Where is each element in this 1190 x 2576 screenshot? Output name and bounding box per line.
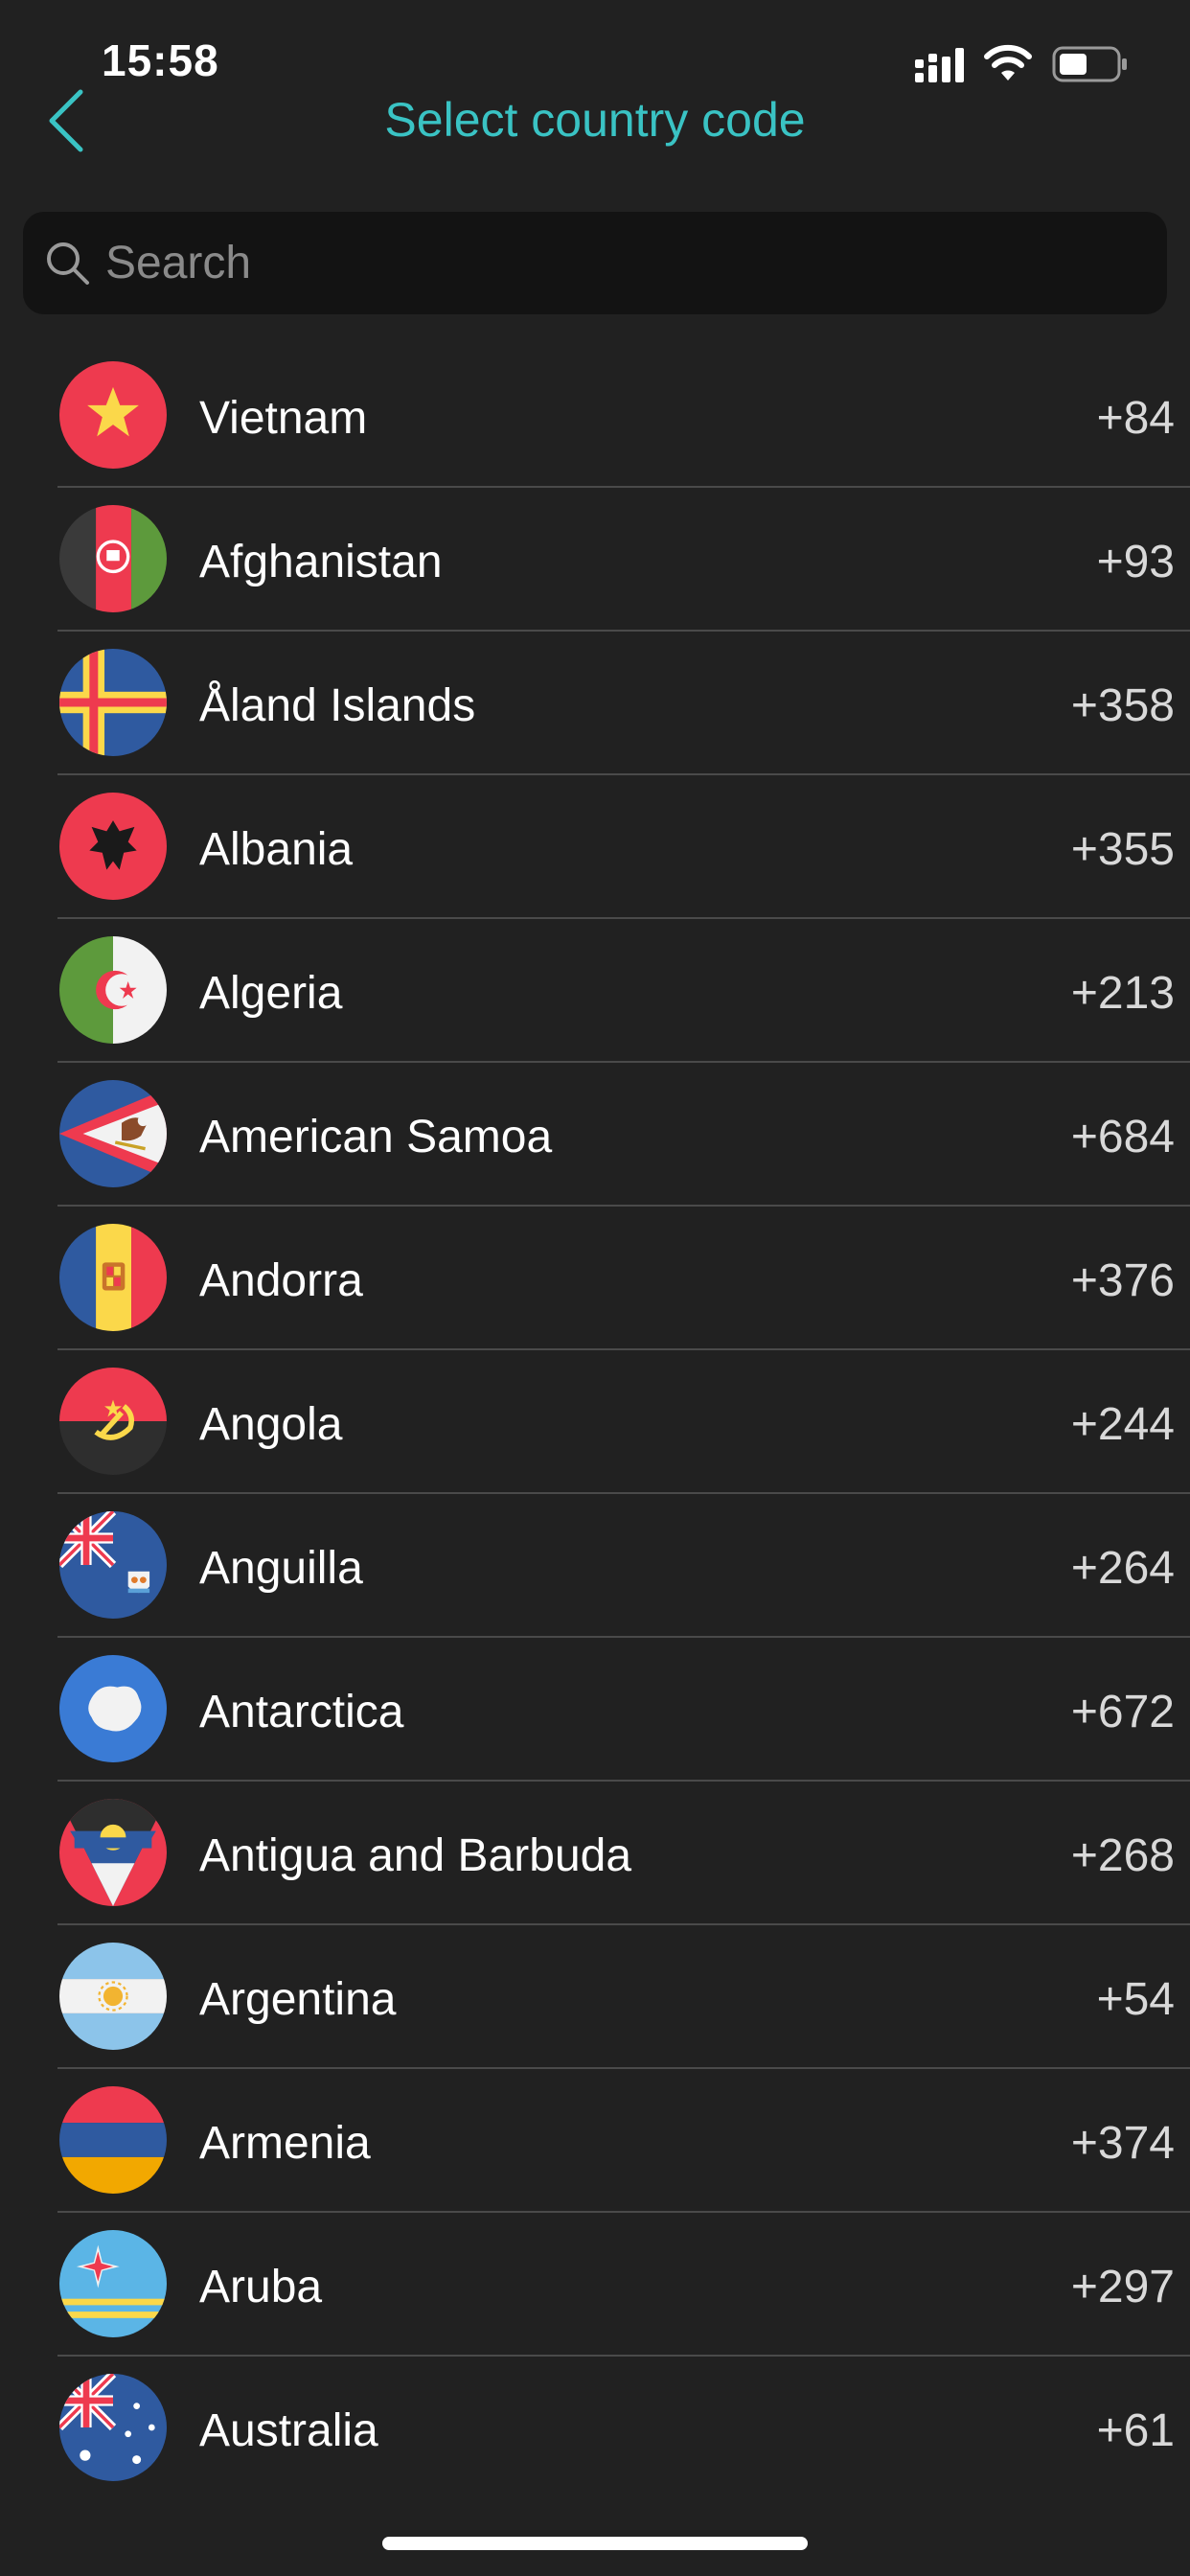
american-samoa-flag-icon [59, 1080, 167, 1187]
country-row-vietnam[interactable]: Vietnam +84 [0, 344, 1190, 488]
country-row-angola[interactable]: Angola +244 [0, 1350, 1190, 1494]
country-code: +358 [1070, 680, 1175, 731]
country-code: +297 [1070, 2262, 1175, 2312]
country-code: +376 [1070, 1255, 1175, 1306]
country-code: +684 [1070, 1112, 1175, 1162]
albania-flag-icon [59, 793, 167, 900]
country-row-armenia[interactable]: Armenia +374 [0, 2069, 1190, 2213]
australia-flag-icon [59, 2374, 167, 2481]
angola-flag-icon [59, 1368, 167, 1475]
armenia-flag-icon [59, 2086, 167, 2194]
country-row-aruba[interactable]: Aruba +297 [0, 2213, 1190, 2357]
anguilla-flag-icon [59, 1511, 167, 1619]
country-name: American Samoa [199, 1112, 553, 1162]
country-row-andorra[interactable]: Andorra +376 [0, 1207, 1190, 1350]
country-row-american-samoa[interactable]: American Samoa +684 [0, 1063, 1190, 1207]
country-code: +244 [1070, 1399, 1175, 1450]
country-code: +93 [1096, 537, 1175, 587]
country-row-antigua-and-barbuda[interactable]: Antigua and Barbuda +268 [0, 1782, 1190, 1925]
aland-islands-flag-icon [59, 649, 167, 756]
country-row-algeria[interactable]: Algeria +213 [0, 919, 1190, 1063]
country-name: Afghanistan [199, 537, 443, 587]
country-row-aland-islands[interactable]: Åland Islands +358 [0, 632, 1190, 775]
country-list: Vietnam +84 Afghanistan +93 Åland Island… [0, 344, 1190, 2500]
country-code: +61 [1096, 2405, 1175, 2456]
country-name: Aruba [199, 2262, 323, 2312]
aruba-flag-icon [59, 2230, 167, 2337]
country-name: Armenia [199, 2118, 371, 2169]
country-code: +672 [1070, 1687, 1175, 1737]
country-name: Australia [199, 2405, 378, 2456]
country-code: +374 [1070, 2118, 1175, 2169]
country-name: Algeria [199, 968, 343, 1019]
country-row-afghanistan[interactable]: Afghanistan +93 [0, 488, 1190, 632]
country-name: Andorra [199, 1255, 363, 1306]
country-name: Vietnam [199, 393, 368, 444]
country-name: Åland Islands [199, 680, 476, 731]
wifi-icon [984, 44, 1032, 80]
argentina-flag-icon [59, 1943, 167, 2050]
antarctica-flag-icon [59, 1655, 167, 1762]
cellular-signal-icon [915, 48, 964, 82]
country-code: +54 [1096, 1974, 1175, 2025]
nav-bar: Select country code [0, 86, 1190, 201]
country-code: +264 [1070, 1543, 1175, 1594]
afghanistan-flag-icon [59, 505, 167, 612]
antigua-and-barbuda-flag-icon [59, 1799, 167, 1906]
search-bar[interactable] [23, 212, 1167, 314]
andorra-flag-icon [59, 1224, 167, 1331]
country-name: Argentina [199, 1974, 397, 2025]
country-name: Antigua and Barbuda [199, 1830, 632, 1881]
country-name: Angola [199, 1399, 343, 1450]
country-code: +355 [1070, 824, 1175, 875]
country-row-albania[interactable]: Albania +355 [0, 775, 1190, 919]
country-code: +213 [1070, 968, 1175, 1019]
country-row-australia[interactable]: Australia +61 [0, 2357, 1190, 2500]
battery-icon [1052, 46, 1127, 82]
search-icon [47, 242, 89, 285]
search-input[interactable] [105, 212, 1140, 314]
page-title: Select country code [384, 93, 806, 147]
country-row-anguilla[interactable]: Anguilla +264 [0, 1494, 1190, 1638]
country-name: Anguilla [199, 1543, 363, 1594]
vietnam-flag-icon [59, 361, 167, 469]
home-indicator [382, 2537, 808, 2550]
status-time: 15:58 [102, 35, 219, 85]
country-name: Albania [199, 824, 354, 875]
country-code: +268 [1070, 1830, 1175, 1881]
country-row-argentina[interactable]: Argentina +54 [0, 1925, 1190, 2069]
country-code: +84 [1096, 393, 1175, 444]
country-name: Antarctica [199, 1687, 404, 1737]
country-row-antarctica[interactable]: Antarctica +672 [0, 1638, 1190, 1782]
algeria-flag-icon [59, 936, 167, 1044]
